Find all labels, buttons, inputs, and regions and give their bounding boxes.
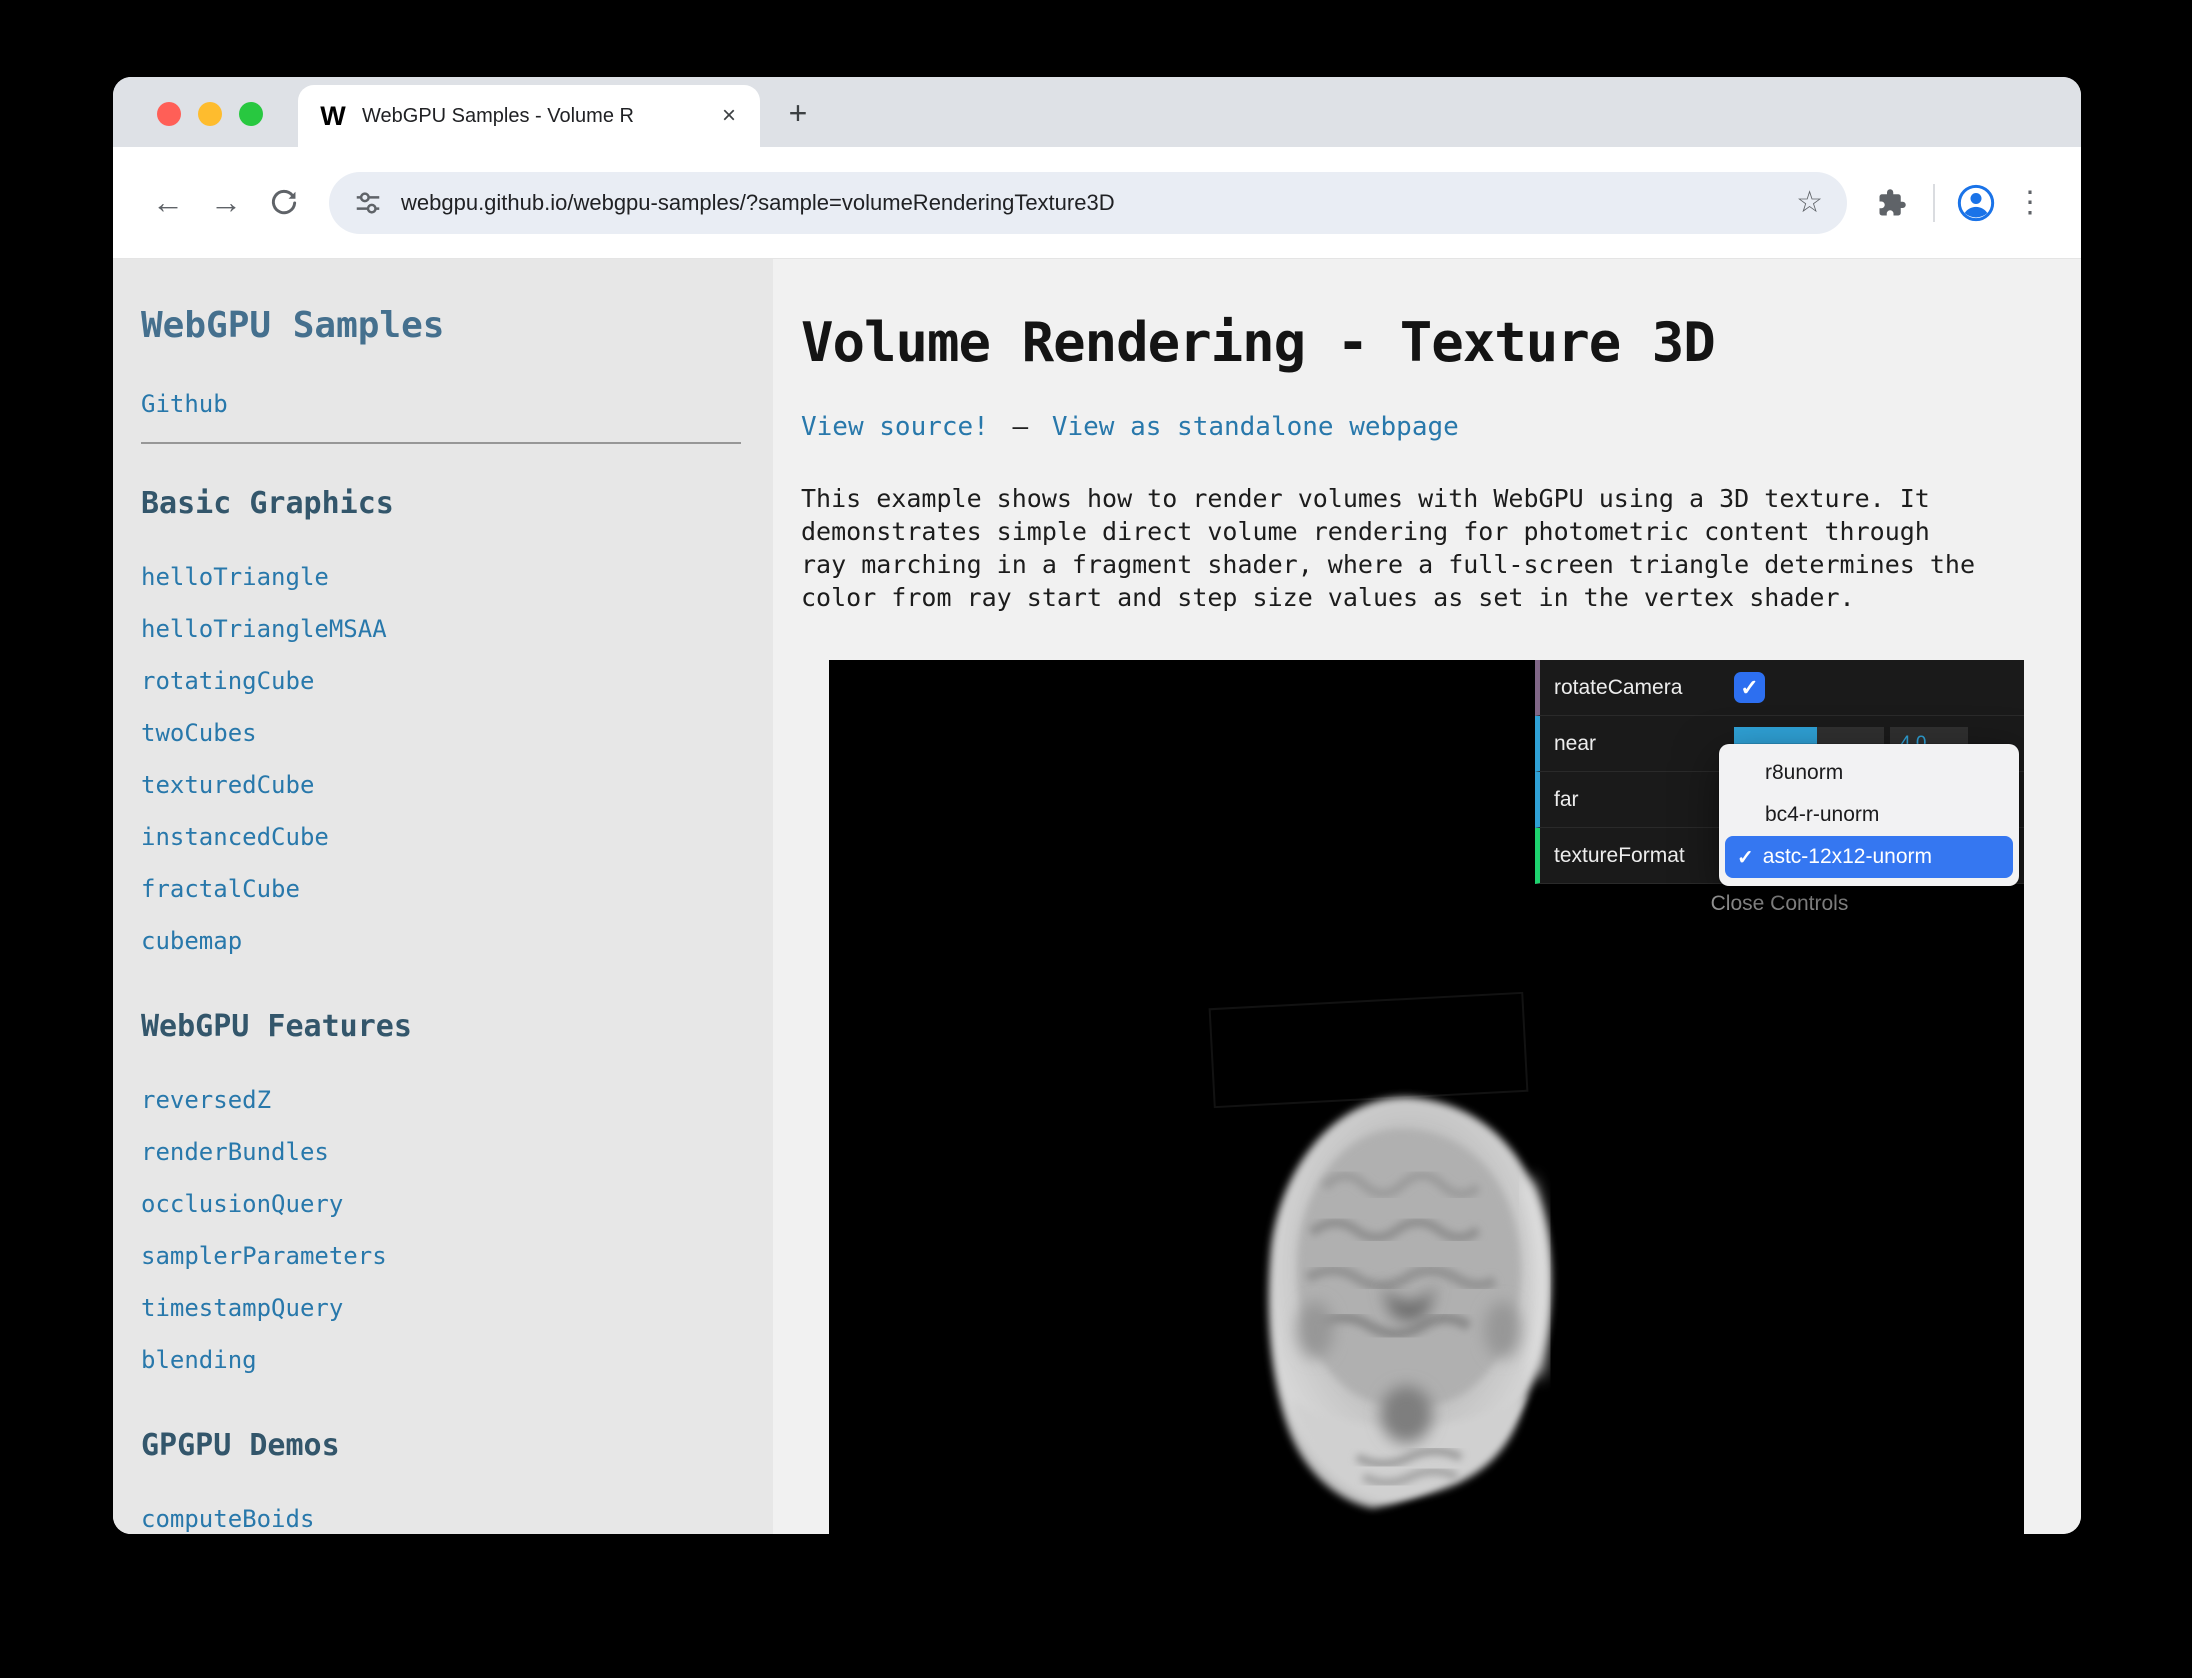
- sidebar-item-rotatingCube[interactable]: rotatingCube: [141, 655, 773, 707]
- selected-check-icon: ✓: [1737, 845, 1754, 870]
- sidebar-title: WebGPU Samples: [141, 305, 773, 346]
- sample-description: This example shows how to render volumes…: [801, 482, 2081, 614]
- section-header-webgpu-features: WebGPU Features: [141, 1009, 773, 1044]
- section-header-gpgpu-demos: GPGPU Demos: [141, 1428, 773, 1463]
- description-line: This example shows how to render volumes…: [801, 482, 2081, 515]
- toolbar-divider: [1933, 184, 1935, 222]
- dropdown-option-r8unorm[interactable]: r8unorm: [1725, 752, 2013, 794]
- tab-strip: W WebGPU Samples - Volume R × +: [113, 77, 2081, 147]
- volume-brain-render: [1214, 1088, 1604, 1520]
- browser-toolbar: ← → webgpu.github.io/webgpu-samples/?sam…: [113, 147, 2081, 259]
- description-line: ray marching in a fragment shader, where…: [801, 548, 2081, 581]
- description-line: color from ray start and step size value…: [801, 581, 2081, 614]
- tab-title: WebGPU Samples - Volume R: [362, 105, 704, 128]
- browser-window: W WebGPU Samples - Volume R × + ← →: [113, 77, 2081, 1534]
- url-text[interactable]: webgpu.github.io/webgpu-samples/?sample=…: [401, 190, 1778, 216]
- reload-icon[interactable]: [255, 174, 313, 232]
- window-controls: [157, 102, 263, 126]
- dropdown-option-bc4-r-unorm[interactable]: bc4-r-unorm: [1725, 794, 2013, 836]
- link-separator: —: [1013, 412, 1029, 442]
- sidebar-item-renderBundles[interactable]: renderBundles: [141, 1126, 773, 1178]
- standalone-link[interactable]: View as standalone webpage: [1052, 412, 1459, 442]
- render-canvas[interactable]: rotateCamera ✓ near 4.0: [829, 660, 2024, 1534]
- sidebar-item-instancedCube[interactable]: instancedCube: [141, 811, 773, 863]
- gui-row-rotateCamera: rotateCamera ✓: [1535, 660, 2024, 716]
- close-window-button[interactable]: [157, 102, 181, 126]
- sidebar-item-blending[interactable]: blending: [141, 1334, 773, 1386]
- site-settings-icon[interactable]: [353, 188, 383, 218]
- extensions-icon[interactable]: [1863, 174, 1921, 232]
- sidebar-item-occlusionQuery[interactable]: occlusionQuery: [141, 1178, 773, 1230]
- sidebar-item-texturedCube[interactable]: texturedCube: [141, 759, 773, 811]
- sidebar-item-samplerParameters[interactable]: samplerParameters: [141, 1230, 773, 1282]
- description-line: demonstrates simple direct volume render…: [801, 515, 2081, 548]
- close-controls-button[interactable]: Close Controls: [1535, 884, 2024, 916]
- desktop-background: W WebGPU Samples - Volume R × + ← →: [0, 0, 2192, 1678]
- sidebar-item-timestampQuery[interactable]: timestampQuery: [141, 1282, 773, 1334]
- tab-close-icon[interactable]: ×: [718, 102, 740, 130]
- sidebar-item-twoCubes[interactable]: twoCubes: [141, 707, 773, 759]
- gui-label-rotateCamera: rotateCamera: [1554, 676, 1734, 700]
- dropdown-option-label: astc-12x12-unorm: [1763, 845, 1932, 869]
- sidebar-item-helloTriangle[interactable]: helloTriangle: [141, 551, 773, 603]
- sidebar-item-computeBoids[interactable]: computeBoids: [141, 1493, 773, 1534]
- page-content: WebGPU Samples Github Basic Graphics hel…: [113, 259, 2081, 1534]
- sidebar-item-fractalCube[interactable]: fractalCube: [141, 863, 773, 915]
- source-links: View source! — View as standalone webpag…: [801, 412, 2081, 442]
- view-source-link[interactable]: View source!: [801, 412, 989, 442]
- address-bar[interactable]: webgpu.github.io/webgpu-samples/?sample=…: [329, 172, 1847, 234]
- sidebar-divider: [141, 442, 741, 444]
- webgpu-favicon-icon: W: [318, 101, 348, 131]
- gui-label-near: near: [1554, 732, 1734, 756]
- section-header-basic-graphics: Basic Graphics: [141, 486, 773, 521]
- sidebar-item-helloTriangleMSAA[interactable]: helloTriangleMSAA: [141, 603, 773, 655]
- sidebar-link-github[interactable]: Github: [141, 390, 228, 418]
- dropdown-option-astc-12x12-unorm[interactable]: ✓ astc-12x12-unorm: [1725, 836, 2013, 878]
- new-tab-button[interactable]: +: [776, 91, 820, 135]
- profile-avatar-icon[interactable]: [1947, 174, 2005, 232]
- back-icon[interactable]: ←: [139, 174, 197, 232]
- forward-icon[interactable]: →: [197, 174, 255, 232]
- texture-format-dropdown: r8unorm bc4-r-unorm ✓ astc-12x12-unorm: [1719, 744, 2019, 886]
- sidebar-item-cubemap[interactable]: cubemap: [141, 915, 773, 967]
- gui-label-far: far: [1554, 788, 1734, 812]
- rotate-camera-checkbox[interactable]: ✓: [1734, 672, 1765, 703]
- sample-main: Volume Rendering - Texture 3D View sourc…: [773, 259, 2081, 1534]
- browser-menu-icon[interactable]: ⋮: [2005, 185, 2055, 220]
- gui-label-textureFormat: textureFormat: [1554, 844, 1734, 868]
- samples-sidebar: WebGPU Samples Github Basic Graphics hel…: [113, 259, 773, 1534]
- minimize-window-button[interactable]: [198, 102, 222, 126]
- bookmark-star-icon[interactable]: ☆: [1796, 185, 1823, 220]
- page-title: Volume Rendering - Texture 3D: [801, 311, 2081, 374]
- sidebar-item-reversedZ[interactable]: reversedZ: [141, 1074, 773, 1126]
- zoom-window-button[interactable]: [239, 102, 263, 126]
- browser-tab[interactable]: W WebGPU Samples - Volume R ×: [298, 85, 760, 147]
